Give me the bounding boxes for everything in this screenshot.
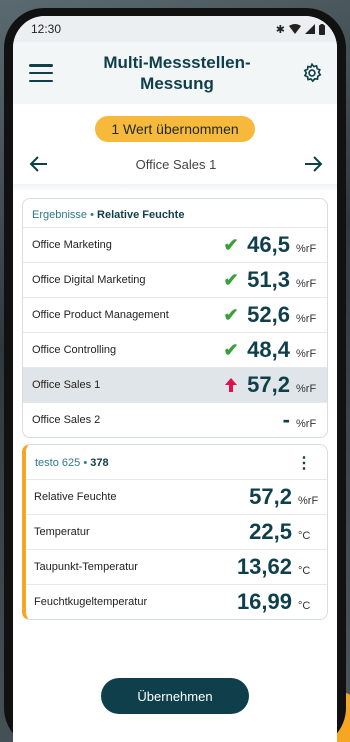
- result-unit: %rF: [296, 418, 317, 430]
- check-icon: ✔: [223, 269, 239, 290]
- more-options-icon[interactable]: ⋮: [296, 453, 318, 473]
- result-label: Office Product Management: [32, 309, 169, 321]
- reading-label: Relative Feuchte: [34, 491, 117, 503]
- check-icon: ✔: [223, 304, 239, 325]
- device-serial: 378: [90, 457, 109, 469]
- result-status: ✔: [218, 340, 244, 361]
- apply-button[interactable]: Übernehmen: [101, 678, 249, 714]
- results-header-title: Relative Feuchte: [97, 209, 185, 221]
- status-icons: ✱: [276, 23, 325, 36]
- page-title-line1: Multi-Messstellen-: [103, 53, 251, 72]
- reading-value: 13,62: [236, 554, 292, 579]
- reading-unit: %rF: [298, 495, 319, 507]
- result-row[interactable]: Office Sales 2 - %rF: [23, 402, 327, 437]
- result-label: Office Sales 2: [32, 414, 101, 426]
- result-label: Office Digital Marketing: [32, 274, 146, 286]
- result-value: 57,2: [247, 372, 290, 397]
- page-title-line2: Messung: [140, 74, 214, 93]
- results-card: Ergebnisse • Relative Feuchte Office Mar…: [22, 198, 328, 438]
- reading-value: 16,99: [236, 589, 292, 614]
- measuring-point-navigator: Office Sales 1: [13, 150, 337, 178]
- app-screen: 12:30 ✱ Multi-Messstellen- Messung 1 Wer…: [13, 16, 337, 742]
- reading-value: 57,2: [249, 484, 292, 509]
- status-bar: 12:30 ✱: [13, 16, 337, 42]
- result-unit: %rF: [296, 243, 317, 255]
- device-name: testo 625: [35, 457, 81, 469]
- reading-row: Taupunkt-Temperatur 13,62 °C: [26, 549, 327, 584]
- arrow-up-icon: [225, 378, 237, 392]
- reading-row: Relative Feuchte 57,2 %rF: [26, 479, 327, 514]
- result-row[interactable]: Office Digital Marketing ✔ 51,3 %rF: [23, 262, 327, 297]
- reading-label: Temperatur: [34, 526, 90, 538]
- result-label: Office Sales 1: [32, 379, 101, 391]
- result-value: -: [282, 407, 290, 432]
- check-icon: ✔: [223, 234, 239, 255]
- result-value: 51,3: [247, 267, 290, 292]
- result-row[interactable]: Office Controlling ✔ 48,4 %rF: [23, 332, 327, 367]
- device-sep: •: [80, 457, 91, 469]
- gear-icon[interactable]: [301, 62, 323, 84]
- result-label: Office Controlling: [32, 344, 117, 356]
- signal-icon: [305, 24, 315, 34]
- result-value: 48,4: [247, 337, 290, 362]
- battery-icon: [319, 23, 325, 35]
- result-unit: %rF: [296, 278, 317, 290]
- status-time: 12:30: [31, 22, 62, 36]
- menu-icon[interactable]: [29, 64, 53, 82]
- result-status: [218, 378, 244, 392]
- result-status: ✔: [218, 305, 244, 326]
- device-header: testo 625 • 378 ⋮: [26, 445, 327, 479]
- page-title: Multi-Messstellen- Messung: [53, 52, 301, 94]
- current-measuring-point: Office Sales 1: [135, 156, 217, 172]
- arrow-right-icon[interactable]: [301, 152, 325, 176]
- app-bar: Multi-Messstellen- Messung: [13, 42, 337, 104]
- results-header-sep: •: [87, 209, 98, 221]
- result-value: 52,6: [247, 302, 290, 327]
- result-label: Office Marketing: [32, 239, 112, 251]
- check-icon: ✔: [223, 339, 239, 360]
- status-toast: 1 Wert übernommen: [95, 116, 255, 142]
- reading-row: Temperatur 22,5 °C: [26, 514, 327, 549]
- toast-container: 1 Wert übernommen: [13, 116, 337, 142]
- result-status: ✔: [218, 235, 244, 256]
- reading-unit: °C: [298, 530, 311, 542]
- reading-unit: °C: [298, 600, 311, 612]
- button-container: Übernehmen: [13, 678, 337, 714]
- arrow-left-icon[interactable]: [27, 152, 51, 176]
- result-row[interactable]: Office Sales 1 57,2 %rF: [23, 367, 327, 402]
- results-list: Office Marketing ✔ 46,5 %rF Office Digital M…: [23, 227, 327, 437]
- result-unit: %rF: [296, 348, 317, 360]
- phone-frame: 12:30 ✱ Multi-Messstellen- Messung 1 Wer…: [4, 8, 346, 742]
- result-status: ✔: [218, 270, 244, 291]
- device-card: testo 625 • 378 ⋮ Relative Feuchte 57,2 %r…: [22, 444, 328, 620]
- device-title: testo 625 • 378: [35, 457, 109, 469]
- wifi-icon: [289, 24, 301, 34]
- result-row[interactable]: Office Product Management ✔ 52,6 %rF: [23, 297, 327, 332]
- result-unit: %rF: [296, 313, 317, 325]
- results-header-prefix: Ergebnisse: [32, 209, 88, 221]
- reading-row: Feuchtkugeltemperatur 16,99 °C: [26, 584, 327, 619]
- reading-value: 22,5: [249, 519, 292, 544]
- bluetooth-icon: ✱: [275, 23, 285, 36]
- divider: [13, 184, 337, 192]
- reading-label: Feuchtkugeltemperatur: [34, 596, 148, 608]
- result-unit: %rF: [296, 383, 317, 395]
- result-value: 46,5: [247, 232, 290, 257]
- result-row[interactable]: Office Marketing ✔ 46,5 %rF: [23, 227, 327, 262]
- device-readings-list: Relative Feuchte 57,2 %rF Temperatur 22,5 °C T…: [26, 479, 327, 619]
- results-header: Ergebnisse • Relative Feuchte: [23, 199, 327, 227]
- reading-unit: °C: [298, 565, 311, 577]
- reading-label: Taupunkt-Temperatur: [34, 561, 138, 573]
